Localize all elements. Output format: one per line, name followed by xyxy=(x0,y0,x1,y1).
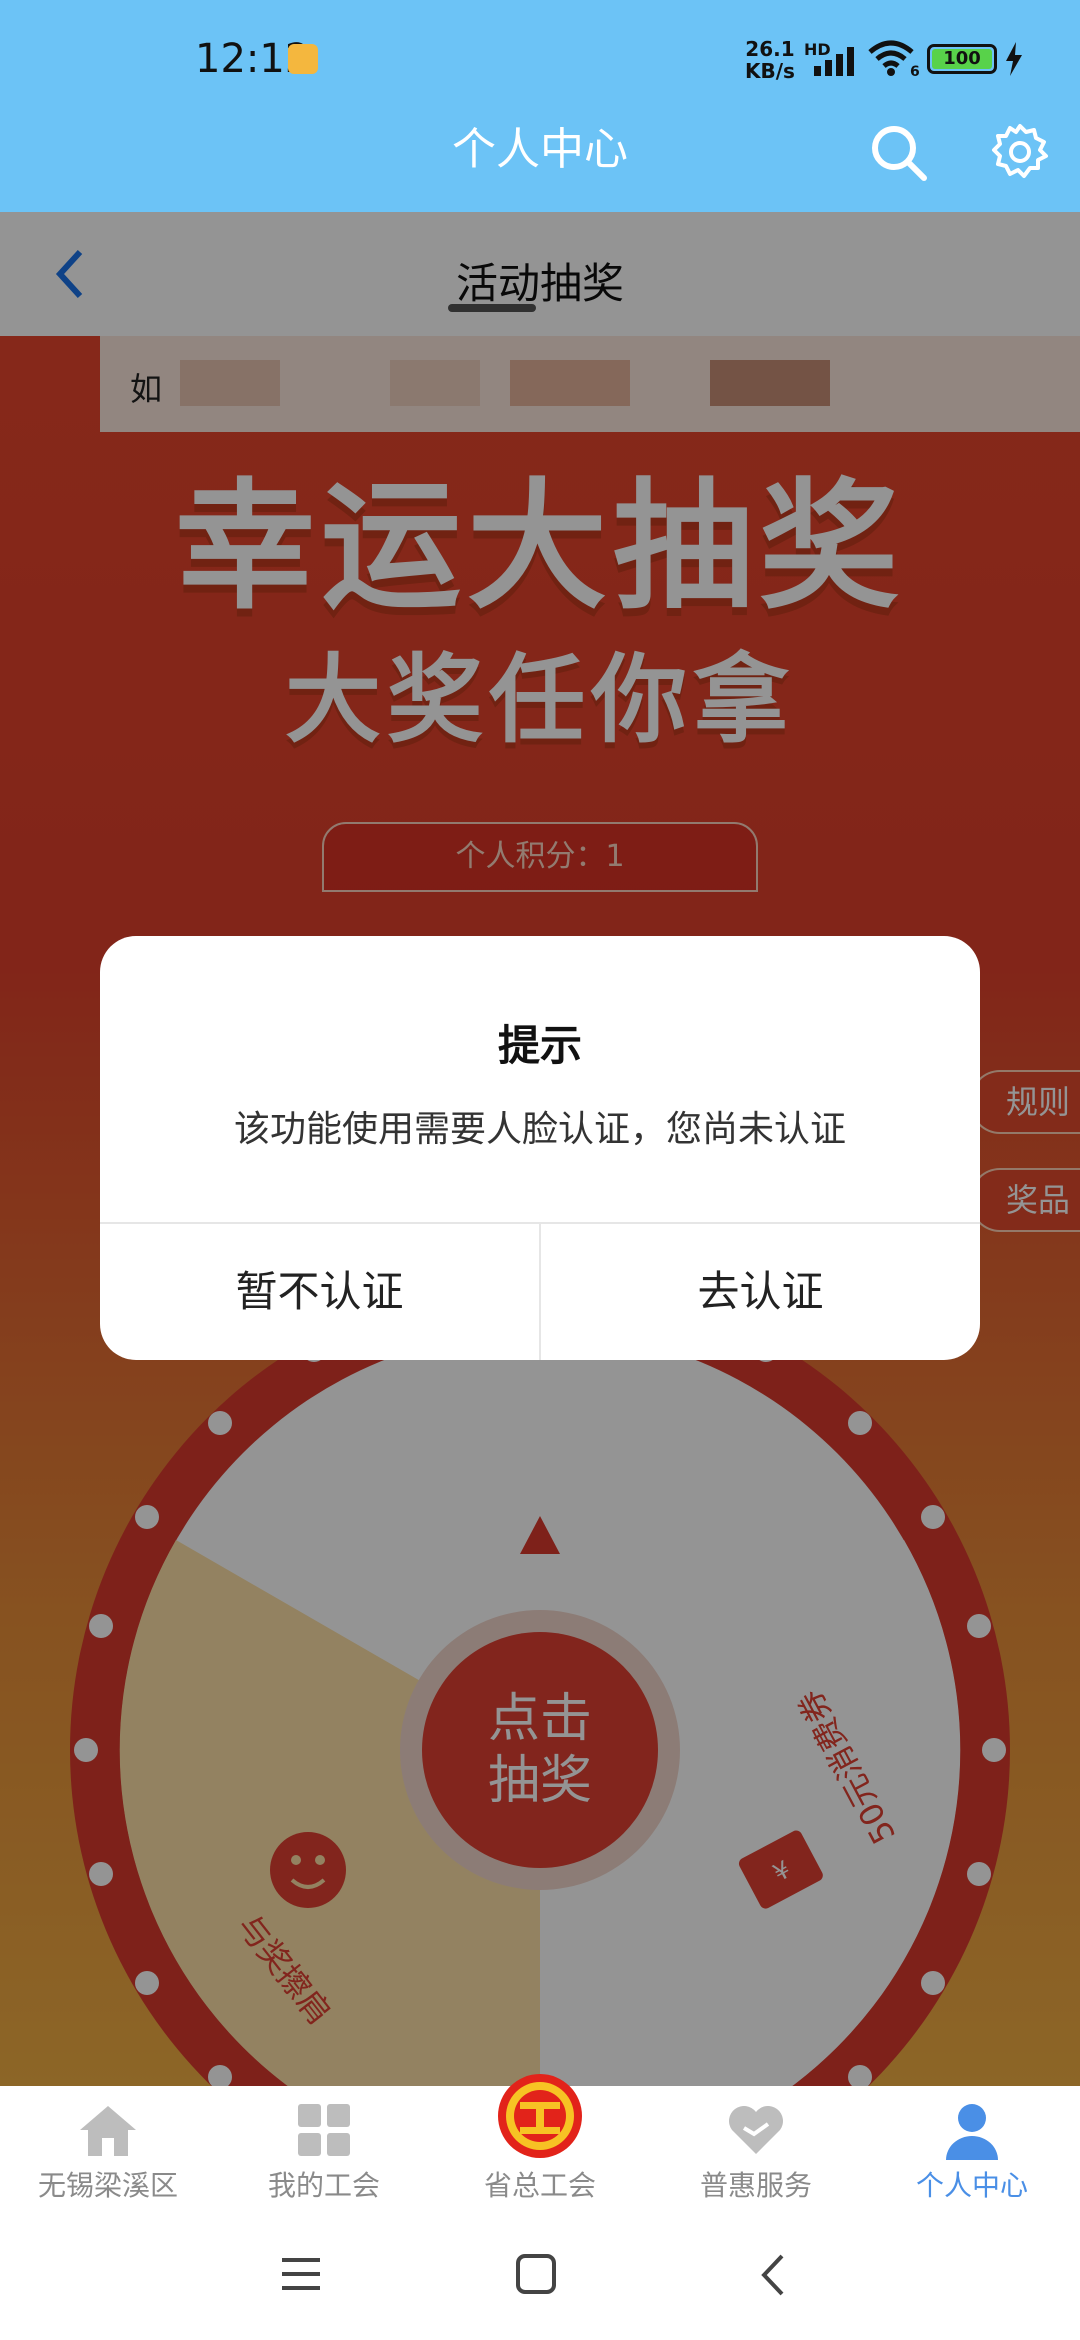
tab-personal-center[interactable]: 个人中心 xyxy=(864,2086,1080,2216)
network-speed-unit: KB/s xyxy=(745,59,795,83)
tab-benefit-services[interactable]: 普惠服务 xyxy=(648,2086,864,2216)
tab-label: 个人中心 xyxy=(915,2169,1028,2202)
tab-label: 我的工会 xyxy=(267,2169,380,2202)
tab-label: 省总工会 xyxy=(483,2169,596,2202)
home-icon xyxy=(80,2106,136,2156)
tab-label: 无锡梁溪区 xyxy=(37,2169,178,2202)
tab-label: 普惠服务 xyxy=(699,2169,812,2202)
wifi-icon: 6 xyxy=(868,40,920,78)
home-square-icon[interactable] xyxy=(514,2252,558,2296)
status-bar: 12:12 26.1 KB/s HD 6 100 xyxy=(0,0,1080,120)
notification-badge-icon xyxy=(288,44,318,74)
tab-provincial-union[interactable]: 省总工会 xyxy=(432,2074,648,2216)
tab-wuxi-liangxi[interactable]: 无锡梁溪区 xyxy=(0,2086,216,2216)
system-navigation-bar xyxy=(0,2216,1080,2340)
gear-icon[interactable] xyxy=(990,122,1050,182)
wifi-badge: 6 xyxy=(910,64,920,78)
grid-icon xyxy=(298,2104,350,2156)
battery-level: 100 xyxy=(943,48,981,69)
search-icon[interactable] xyxy=(868,122,930,184)
bottom-tab-bar: 无锡梁溪区 我的工会 省总工会 普惠服务 个人中心 xyxy=(0,2074,1080,2216)
back-icon[interactable] xyxy=(758,2252,788,2298)
face-auth-dialog: 提示 该功能使用需要人脸认证，您尚未认证 暂不认证 去认证 xyxy=(100,936,980,1360)
app-header: 个人中心 xyxy=(0,120,1080,212)
person-icon xyxy=(946,2104,998,2160)
signal-icon xyxy=(814,47,854,76)
charging-icon xyxy=(1006,42,1022,76)
tab-my-union[interactable]: 我的工会 xyxy=(216,2086,432,2216)
dialog-title: 提示 xyxy=(497,1021,582,1070)
network-speed: 26.1 KB/s xyxy=(745,38,795,82)
union-logo-icon xyxy=(498,2074,582,2158)
skip-verification-button[interactable]: 暂不认证 xyxy=(100,1224,539,1360)
battery-icon: 100 xyxy=(927,44,997,74)
dialog-message: 该功能使用需要人脸认证，您尚未认证 xyxy=(233,1109,846,1150)
menu-icon[interactable] xyxy=(280,2254,322,2294)
heart-icon xyxy=(729,2106,783,2154)
network-speed-value: 26.1 xyxy=(745,37,795,61)
go-verify-button[interactable]: 去认证 xyxy=(541,1224,980,1360)
